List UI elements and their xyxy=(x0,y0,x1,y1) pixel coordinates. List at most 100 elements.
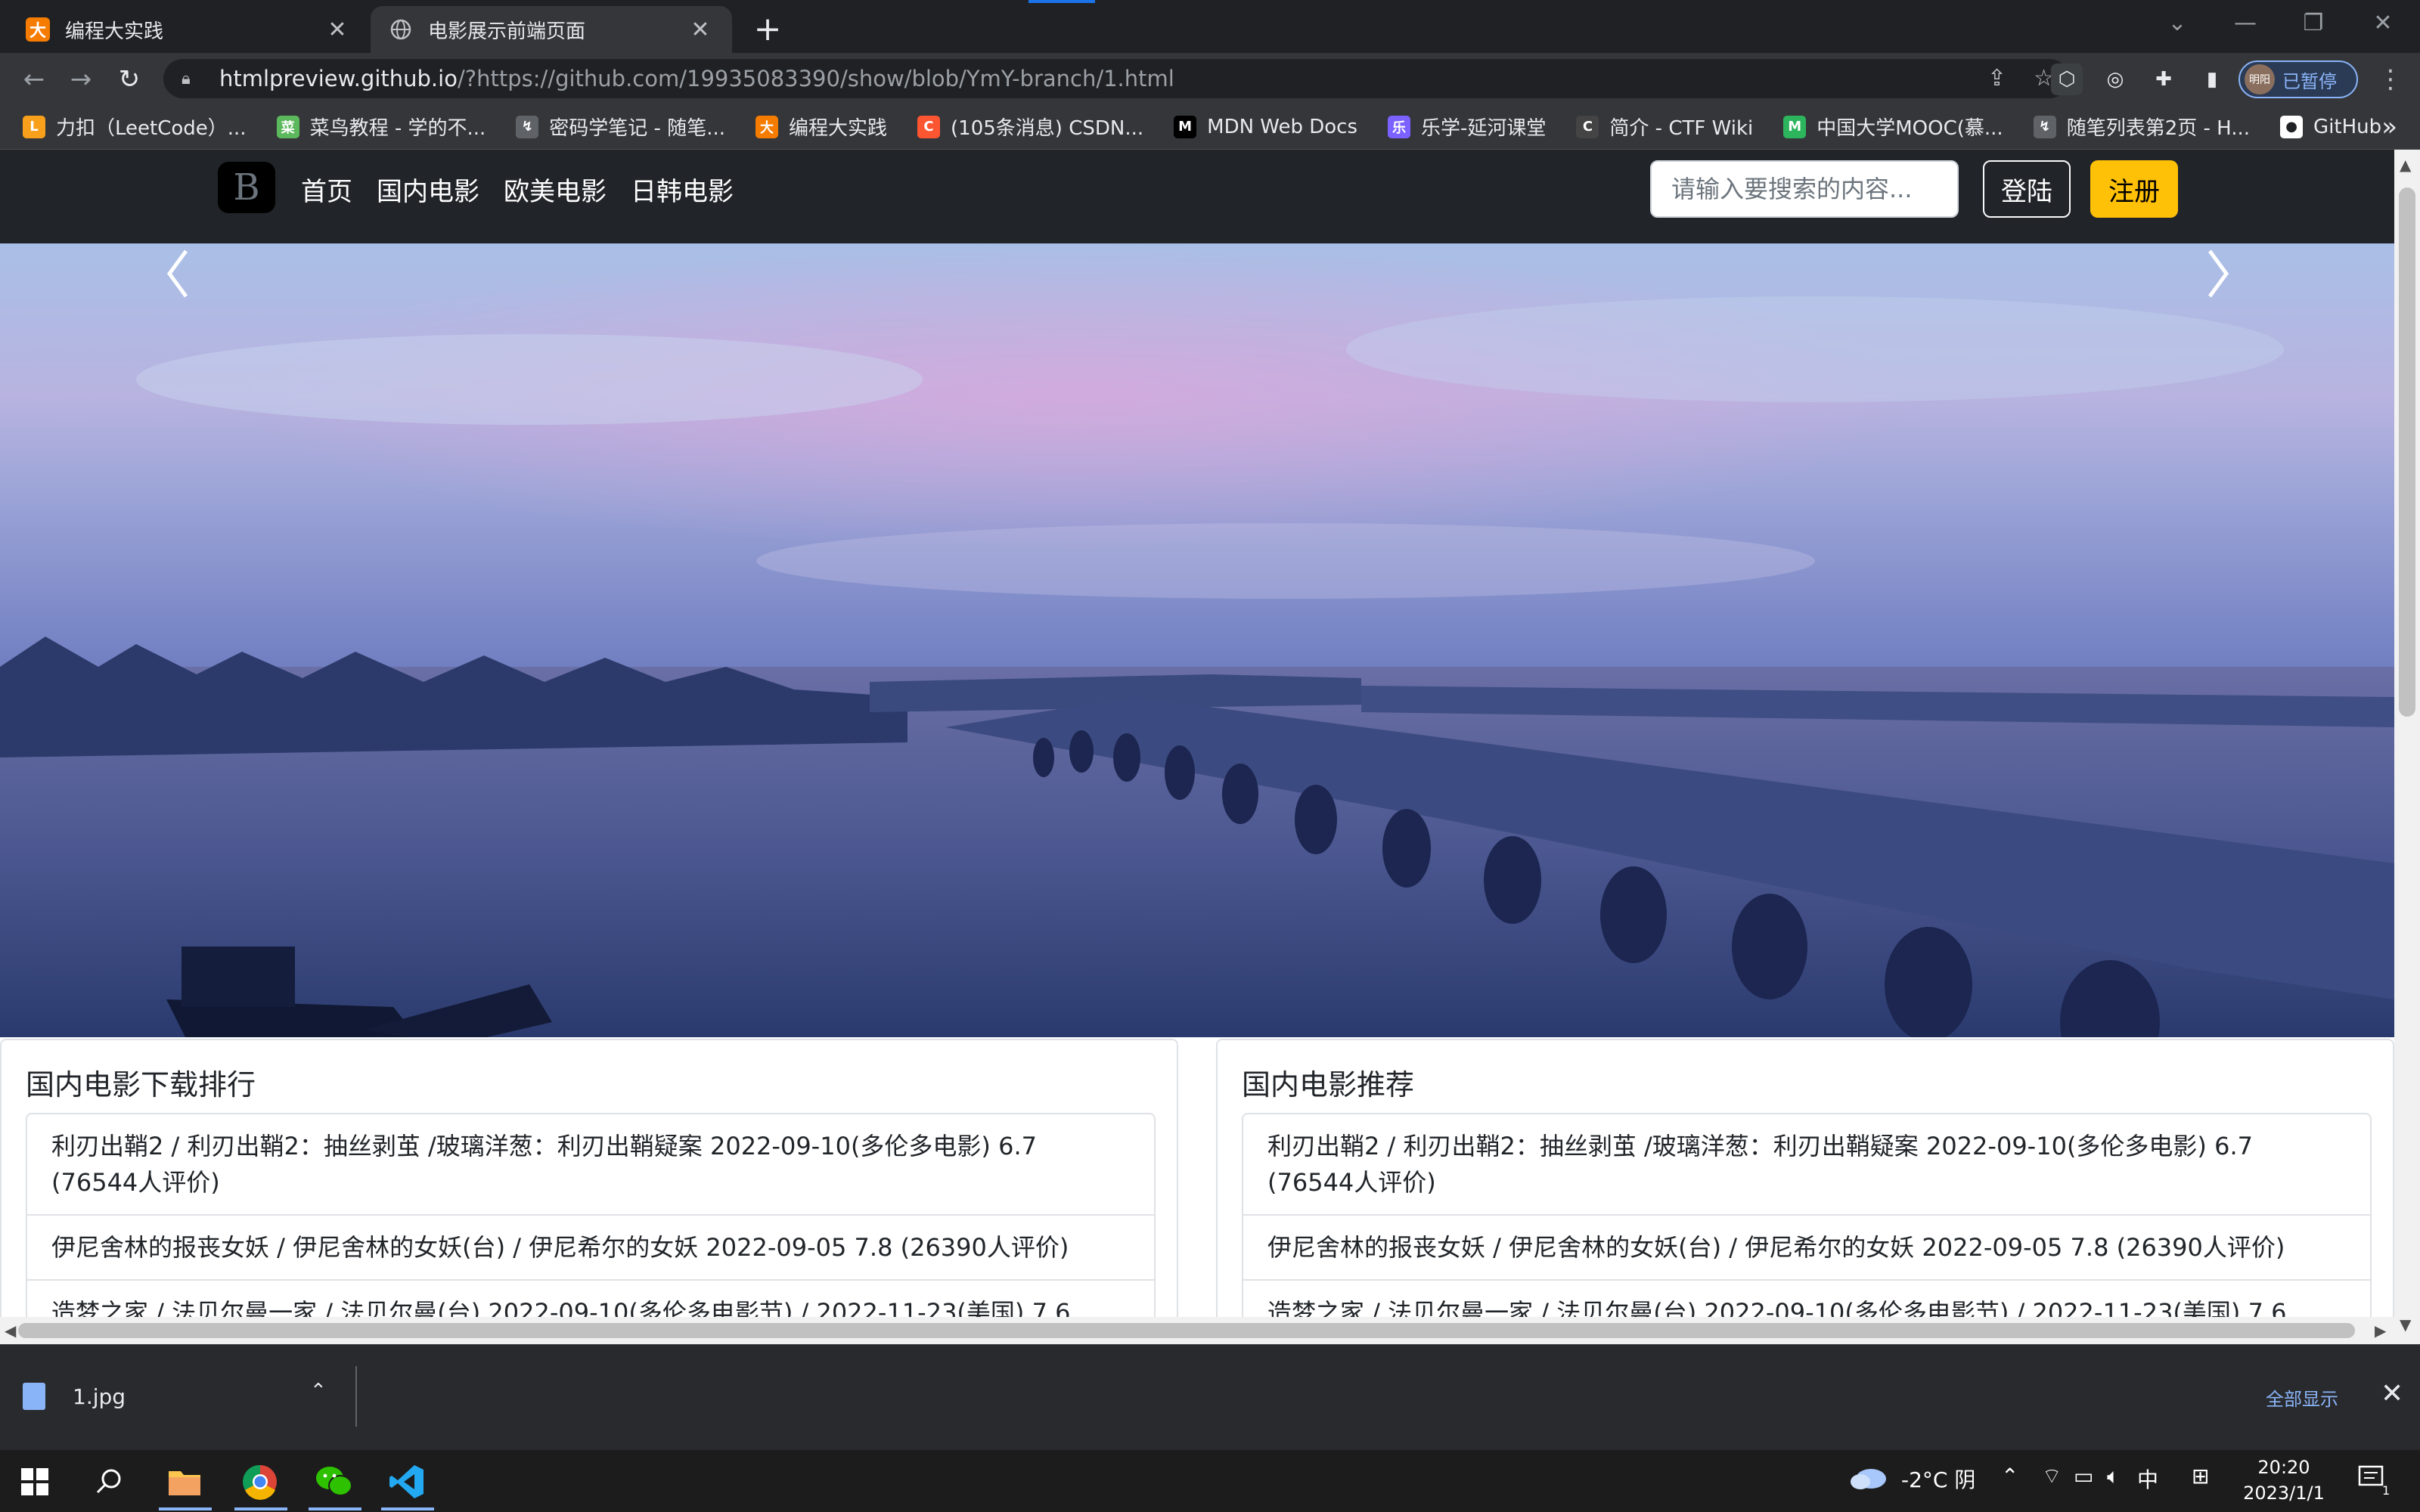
nav-home[interactable]: 首页 xyxy=(301,171,352,208)
fire-logo-icon: 大 xyxy=(26,17,50,42)
list-item[interactable]: 伊尼舍林的报丧女妖 / 伊尼舍林的女妖(台) / 伊尼希尔的女妖 2022-09… xyxy=(1243,1216,2370,1281)
register-button[interactable]: 注册 xyxy=(2090,160,2178,218)
scroll-left-icon[interactable]: ◀ xyxy=(5,1321,16,1340)
hero-carousel xyxy=(0,243,2394,1037)
nav-domestic-movies[interactable]: 国内电影 xyxy=(377,171,479,208)
search-input[interactable] xyxy=(1650,160,1959,218)
tab-biancheng[interactable]: 大 编程大实践 ✕ xyxy=(8,6,369,53)
url-path: /?https://github.com/19935083390/show/bl… xyxy=(457,66,1174,91)
extension-glasses-icon[interactable]: ◎ xyxy=(2099,64,2131,95)
vertical-scrollbar[interactable]: ▲ ▼ xyxy=(2394,150,2420,1344)
scrollbar-thumb[interactable] xyxy=(2399,187,2415,717)
list-item[interactable]: 利刃出鞘2 / 利刃出鞘2：抽丝剥茧 /玻璃洋葱：利刃出鞘疑案 2022-09-… xyxy=(1243,1114,2370,1216)
scroll-right-icon[interactable]: ▶ xyxy=(2375,1321,2386,1340)
list-item[interactable]: 伊尼舍林的报丧女妖 / 伊尼舍林的女妖(台) / 伊尼希尔的女妖 2022-09… xyxy=(27,1216,1154,1281)
tab-search-indicator xyxy=(1028,0,1095,3)
bookmark-item[interactable]: C (105条消息) CSDN... xyxy=(917,113,1143,141)
extension-hex-icon[interactable]: ⬡ xyxy=(2051,64,2083,95)
network-icon[interactable]: ⌔ xyxy=(2042,1464,2062,1490)
address-bar[interactable]: 🔒︎ htmlpreview.github.io/?https://github… xyxy=(163,59,2069,98)
lock-icon: 🔒︎ xyxy=(182,69,191,88)
profile-status: 已暂停 xyxy=(2282,70,2337,92)
login-button[interactable]: 登陆 xyxy=(1983,160,2071,218)
tab-movie-page[interactable]: 电影展示前端页面 ✕ xyxy=(371,6,732,53)
windows-start-icon[interactable] xyxy=(14,1461,56,1503)
browser-toolbar: ← → ↻ 🔒︎ htmlpreview.github.io/?https://… xyxy=(0,53,2420,104)
share-icon[interactable]: ⇪ xyxy=(1987,65,2006,91)
scrollbar-thumb[interactable] xyxy=(18,1323,2355,1338)
bookmarks-bar: L 力扣（LeetCode）... 菜菜鸟教程 - 学的不... ↯ 密码学笔记 - 随… xyxy=(0,104,2420,150)
bookmark-label: 中国大学MOOC(慕... xyxy=(1817,117,2003,140)
volume-icon[interactable]: 🔈︎ xyxy=(2107,1464,2120,1489)
carousel-prev-icon[interactable] xyxy=(156,243,201,304)
tray-chevron-up-icon[interactable]: ⌃ xyxy=(2001,1464,2018,1489)
tab-search-chevron-icon[interactable]: ⌄ xyxy=(2143,0,2211,47)
new-tab-button[interactable]: + xyxy=(749,11,786,48)
ime-mode-icon[interactable]: ⊞ xyxy=(2192,1464,2209,1489)
scroll-down-icon[interactable]: ▼ xyxy=(2400,1315,2411,1334)
list-item[interactable]: 利刃出鞘2 / 利刃出鞘2：抽丝剥茧 /玻璃洋葱：利刃出鞘疑案 2022-09-… xyxy=(27,1114,1154,1216)
restore-button[interactable]: ❐ xyxy=(2279,0,2347,47)
divider xyxy=(355,1366,357,1427)
menu-kebab-icon[interactable]: ⋮ xyxy=(2372,60,2409,98)
windows-taskbar: -2°C 阴 ⌃ ⌔ ▭ 🔈︎ 中 ⊞ 20:20 2023/1/1 1 xyxy=(0,1450,2420,1512)
reload-button[interactable]: ↻ xyxy=(110,60,148,98)
clock-date: 2023/1/1 xyxy=(2243,1483,2325,1504)
screen: 大 编程大实践 ✕ 电影展示前端页面 ✕ + ⌄ — ❐ ✕ ← → ↻ 🔒︎ … xyxy=(0,0,2420,1512)
runoob-icon: 菜 xyxy=(276,115,299,138)
bookmark-item[interactable]: 乐乐学-延河课堂 xyxy=(1388,113,1546,141)
mdn-icon: M xyxy=(1174,115,1197,138)
bookmark-item[interactable]: C 简介 - CTF Wiki xyxy=(1576,113,1753,141)
bookmark-label: 随笔列表第2页 - H... xyxy=(2066,117,2251,140)
bookmark-item[interactable]: 菜菜鸟教程 - 学的不... xyxy=(276,113,486,141)
bookmark-item[interactable]: ↯ 密码学笔记 - 随笔... xyxy=(516,113,725,141)
clock-time: 20:20 xyxy=(2257,1457,2310,1478)
cnblogs-icon: ↯ xyxy=(516,115,539,138)
close-window-button[interactable]: ✕ xyxy=(2349,0,2417,47)
bookmark-item[interactable]: L 力扣（LeetCode）... xyxy=(23,113,247,141)
horizontal-scrollbar[interactable]: ◀ ▶ xyxy=(0,1317,2394,1344)
bookmark-label: (105条消息) CSDN... xyxy=(951,117,1144,140)
side-panel-icon[interactable]: ▮ xyxy=(2196,64,2228,95)
carousel-image xyxy=(0,243,2394,1037)
chevron-up-icon[interactable]: ⌃ xyxy=(310,1380,327,1402)
profile-button[interactable]: 明阳 已暂停 xyxy=(2238,60,2358,98)
forward-button[interactable]: → xyxy=(62,60,100,98)
close-tab-icon[interactable]: ✕ xyxy=(324,17,351,43)
nav-western-movies[interactable]: 欧美电影 xyxy=(504,171,607,208)
more-bookmarks-icon[interactable]: » xyxy=(2381,112,2397,142)
show-all-downloads-link[interactable]: 全部显示 xyxy=(2266,1384,2338,1411)
file-explorer-icon[interactable] xyxy=(163,1461,206,1503)
back-button[interactable]: ← xyxy=(15,60,53,98)
bookmark-item[interactable]: 大编程大实践 xyxy=(755,113,887,141)
weather-cloud-icon[interactable] xyxy=(1848,1464,1889,1496)
system-clock[interactable]: 20:20 2023/1/1 xyxy=(2238,1455,2329,1506)
notification-count: 1 xyxy=(2382,1483,2391,1498)
scroll-up-icon[interactable]: ▲ xyxy=(2400,156,2411,174)
site-nav-links: 首页 国内电影 欧美电影 日韩电影 xyxy=(301,171,734,208)
active-app-indicator xyxy=(381,1507,434,1510)
active-app-indicator xyxy=(159,1507,212,1510)
weather-text[interactable]: -2°C 阴 xyxy=(1901,1464,1975,1494)
bookmark-item[interactable]: ↯ 随笔列表第2页 - H... xyxy=(2033,113,2251,141)
download-item[interactable]: 1.jpg xyxy=(23,1366,348,1427)
wechat-icon[interactable] xyxy=(313,1461,355,1503)
bookmark-item[interactable]: M MDN Web Docs xyxy=(1174,115,1357,138)
bookmark-item[interactable]: M 中国大学MOOC(慕... xyxy=(1783,113,2003,141)
bookmark-item[interactable]: ● GitHub xyxy=(2280,115,2381,138)
chrome-icon[interactable] xyxy=(239,1461,281,1503)
site-logo[interactable]: B xyxy=(218,162,275,213)
search-icon[interactable] xyxy=(88,1461,130,1503)
nav-japan-korea-movies[interactable]: 日韩电影 xyxy=(631,171,734,208)
close-icon[interactable]: ✕ xyxy=(2381,1378,2403,1409)
vscode-icon[interactable] xyxy=(386,1461,428,1503)
close-tab-icon[interactable]: ✕ xyxy=(687,17,714,43)
tab-title: 电影展示前端页面 xyxy=(428,20,586,43)
page-viewport: B 首页 国内电影 欧美电影 日韩电影 登陆 注册 xyxy=(0,150,2420,1344)
extensions-puzzle-icon[interactable]: ✚ xyxy=(2148,64,2180,95)
ime-indicator[interactable]: 中 xyxy=(2137,1464,2158,1494)
carousel-next-icon[interactable] xyxy=(2195,243,2240,304)
leetcode-icon: L xyxy=(23,115,45,138)
minimize-button[interactable]: — xyxy=(2211,0,2279,47)
battery-icon[interactable]: ▭ xyxy=(2074,1464,2093,1489)
